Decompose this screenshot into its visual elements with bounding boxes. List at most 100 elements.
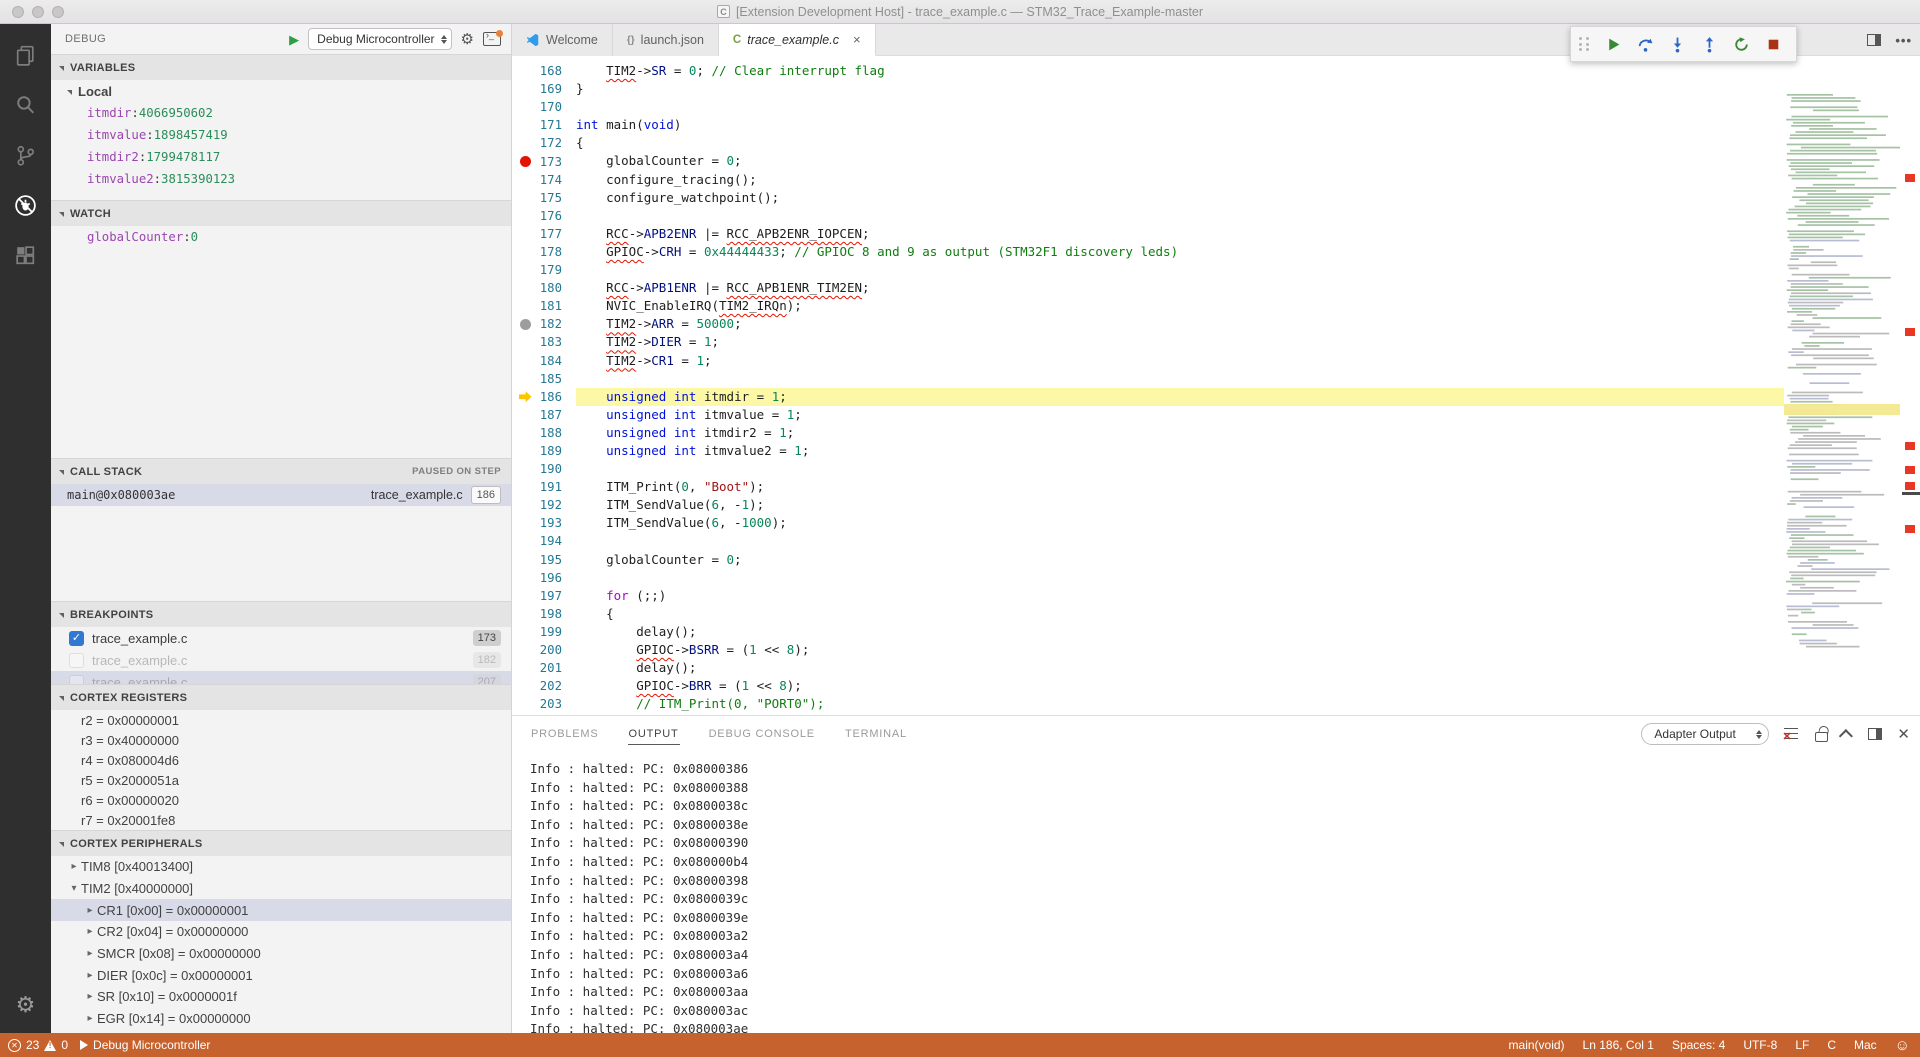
stack-frame-row[interactable]: main@0x080003ae trace_example.c 186 [51, 484, 511, 506]
code-text[interactable]: globalCounter = 0; [576, 551, 1784, 569]
code-line[interactable]: 183 TIM2->DIER = 1; [512, 333, 1784, 351]
language-mode[interactable]: C [1827, 1038, 1836, 1052]
problems-status[interactable]: ✕ 23 0 [8, 1038, 68, 1052]
code-text[interactable]: unsigned int itmdir2 = 1; [576, 424, 1784, 442]
code-text[interactable]: GPIOC->BRR = (1 << 8); [576, 677, 1784, 695]
code-line[interactable]: 173 globalCounter = 0; [512, 152, 1784, 170]
code-text[interactable]: RCC->APB1ENR |= RCC_APB1ENR_TIM2EN; [576, 279, 1784, 297]
code-text[interactable]: globalCounter = 0; [576, 152, 1784, 170]
code-text[interactable]: } [576, 80, 1784, 98]
code-line[interactable]: 190 [512, 460, 1784, 478]
chevron-right-icon[interactable]: ▸ [83, 991, 97, 1002]
feedback-smiley-icon[interactable]: ☺ [1895, 1038, 1910, 1053]
peripheral-register-row[interactable]: ▸CR2 [0x04] = 0x00000000 [51, 921, 511, 943]
output-channel-select[interactable]: Adapter Output [1641, 723, 1769, 745]
gutter[interactable] [512, 319, 538, 330]
code-line[interactable]: 175 configure_watchpoint(); [512, 189, 1784, 207]
code-line[interactable]: 202 GPIOC->BRR = (1 << 8); [512, 677, 1784, 695]
split-editor-icon[interactable] [1867, 34, 1881, 46]
settings-gear-icon[interactable]: ⚙ [0, 985, 51, 1025]
code-text[interactable]: // ITM_Print(0, "PORT0"); [576, 695, 1784, 713]
code-line[interactable]: 192 ITM_SendValue(6, -1); [512, 496, 1784, 514]
code-line[interactable]: 194 [512, 532, 1784, 550]
code-text[interactable]: ITM_Print(0, "Boot"); [576, 478, 1784, 496]
code-text[interactable]: int main(void) [576, 116, 1784, 134]
close-tab-icon[interactable]: × [853, 32, 861, 47]
panel-tab-debug-console[interactable]: DEBUG CONSOLE [708, 724, 816, 744]
code-line[interactable]: 200 GPIOC->BSRR = (1 << 8); [512, 641, 1784, 659]
register-row[interactable]: r5 = 0x2000051a [51, 770, 511, 790]
step-out-button[interactable] [1696, 30, 1724, 58]
panel-tab-problems[interactable]: PROBLEMS [530, 724, 600, 744]
code-text[interactable]: TIM2->ARR = 50000; [576, 315, 1784, 333]
peripheral-register-row[interactable]: ▸DIER [0x0c] = 0x00000001 [51, 964, 511, 986]
code-text[interactable]: TIM2->CR1 = 1; [576, 352, 1784, 370]
code-line[interactable]: 180 RCC->APB1ENR |= RCC_APB1ENR_TIM2EN; [512, 279, 1784, 297]
code-text[interactable]: TIM2->DIER = 1; [576, 333, 1784, 351]
breakpoints-section-header[interactable]: BREAKPOINTS [51, 601, 511, 627]
gutter[interactable] [512, 156, 538, 167]
code-line[interactable]: 174 configure_tracing(); [512, 171, 1784, 189]
code-line[interactable]: 193 ITM_SendValue(6, -1000); [512, 514, 1784, 532]
minimize-window-button[interactable] [32, 6, 44, 18]
tab-welcome[interactable]: Welcome [512, 24, 613, 56]
register-row[interactable]: r7 = 0x20001fe8 [51, 810, 511, 830]
peripheral-register-row[interactable]: ▸EGR [0x14] = 0x00000000 [51, 1008, 511, 1030]
code-text[interactable]: delay(); [576, 623, 1784, 641]
step-over-button[interactable] [1632, 30, 1660, 58]
code-line[interactable]: 181 NVIC_EnableIRQ(TIM2_IRQn); [512, 297, 1784, 315]
code-line[interactable]: 187 unsigned int itmvalue = 1; [512, 406, 1784, 424]
code-text[interactable]: unsigned int itmdir = 1; [576, 388, 1784, 406]
explorer-icon[interactable] [0, 30, 51, 80]
restart-button[interactable] [1728, 30, 1756, 58]
overview-ruler[interactable] [1900, 88, 1920, 715]
extensions-icon[interactable] [0, 230, 51, 280]
code-text[interactable]: { [576, 134, 1784, 152]
code-text[interactable]: configure_watchpoint(); [576, 189, 1784, 207]
code-text[interactable]: TIM2->SR = 0; // Clear interrupt flag [576, 62, 1784, 80]
debug-console-icon[interactable] [483, 32, 501, 46]
close-window-button[interactable] [12, 6, 24, 18]
variables-scope-local[interactable]: Local [51, 80, 511, 102]
peripheral-register-row[interactable]: ▸CR1 [0x00] = 0x00000001 [51, 899, 511, 921]
peripheral-row[interactable]: ▸TIM8 [0x40013400] [51, 856, 511, 878]
register-row[interactable]: r2 = 0x00000001 [51, 710, 511, 730]
chevron-right-icon[interactable]: ▸ [83, 970, 97, 981]
tab-launch-json[interactable]: {} launch.json [613, 24, 719, 56]
maximize-panel-icon[interactable] [1839, 729, 1853, 743]
encoding[interactable]: UTF-8 [1743, 1038, 1777, 1052]
code-line[interactable]: 171int main(void) [512, 116, 1784, 134]
code-line[interactable]: 172{ [512, 134, 1784, 152]
source-control-icon[interactable] [0, 130, 51, 180]
output-log[interactable]: Info : halted: PC: 0x08000386Info : halt… [512, 752, 1920, 1039]
registers-section-header[interactable]: CORTEX REGISTERS [51, 684, 511, 710]
panel-tab-terminal[interactable]: TERMINAL [844, 724, 908, 744]
watch-section-header[interactable]: WATCH [51, 200, 511, 226]
variable-row[interactable]: itmvalue: 1898457419 [51, 124, 511, 146]
symbol-context[interactable]: main(void) [1509, 1038, 1565, 1052]
continue-button[interactable] [1600, 30, 1628, 58]
code-text[interactable]: unsigned int itmvalue = 1; [576, 406, 1784, 424]
code-text[interactable]: GPIOC->CRH = 0x44444433; // GPIOC 8 and … [576, 243, 1784, 261]
chevron-down-icon[interactable]: ▾ [67, 883, 81, 894]
code-line[interactable]: 188 unsigned int itmdir2 = 1; [512, 424, 1784, 442]
code-line[interactable]: 199 delay(); [512, 623, 1784, 641]
code-text[interactable]: ITM_SendValue(6, -1); [576, 496, 1784, 514]
chevron-right-icon[interactable]: ▸ [83, 905, 97, 916]
chevron-right-icon[interactable]: ▸ [83, 926, 97, 937]
code-line[interactable]: 178 GPIOC->CRH = 0x44444433; // GPIOC 8 … [512, 243, 1784, 261]
code-text[interactable]: for (;;) [576, 587, 1784, 605]
chevron-right-icon[interactable]: ▸ [67, 861, 81, 872]
code-line[interactable]: 197 for (;;) [512, 587, 1784, 605]
variable-row[interactable]: itmdir: 4066950602 [51, 102, 511, 124]
search-icon[interactable] [0, 80, 51, 130]
code-line[interactable]: 185 [512, 370, 1784, 388]
unlock-icon[interactable] [1815, 732, 1828, 742]
breakpoint-checkbox[interactable]: ✓ [69, 631, 84, 646]
peripheral-row[interactable]: ▾TIM2 [0x40000000] [51, 878, 511, 900]
step-into-button[interactable] [1664, 30, 1692, 58]
code-line[interactable]: 189 unsigned int itmvalue2 = 1; [512, 442, 1784, 460]
more-actions-icon[interactable]: ••• [1895, 33, 1912, 48]
code-line[interactable]: 186 unsigned int itmdir = 1; [512, 388, 1784, 406]
platform[interactable]: Mac [1854, 1038, 1877, 1052]
